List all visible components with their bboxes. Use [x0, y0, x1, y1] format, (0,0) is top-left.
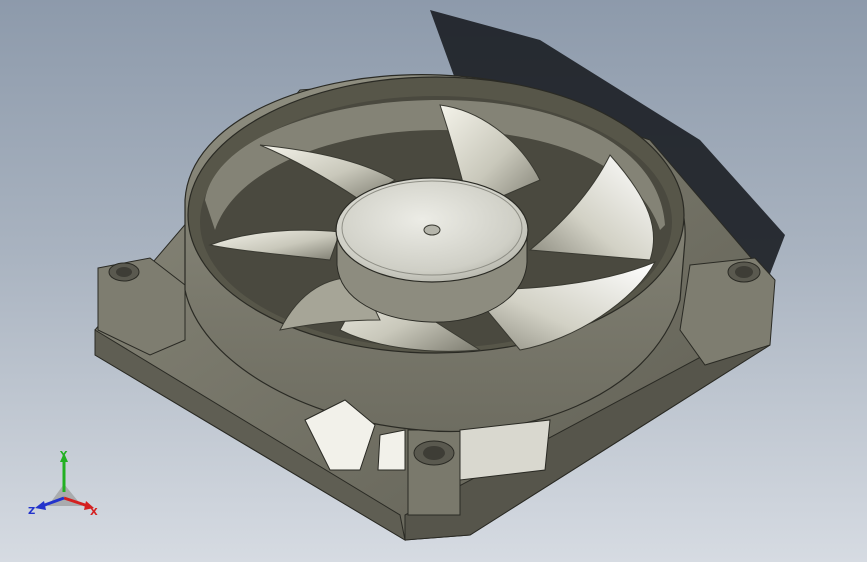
x-axis-label: X — [90, 507, 98, 518]
y-axis-label: Y — [59, 450, 68, 461]
wall-cutout-right — [377, 429, 406, 471]
wall-cutout-long — [459, 419, 551, 481]
fan-model-view[interactable] — [0, 0, 867, 562]
z-axis-label: Z — [28, 506, 35, 517]
hub-center-hole — [423, 224, 441, 236]
coordinate-triad: Y X Z — [28, 450, 98, 518]
cad-viewport[interactable]: Y X Z — [0, 0, 867, 562]
